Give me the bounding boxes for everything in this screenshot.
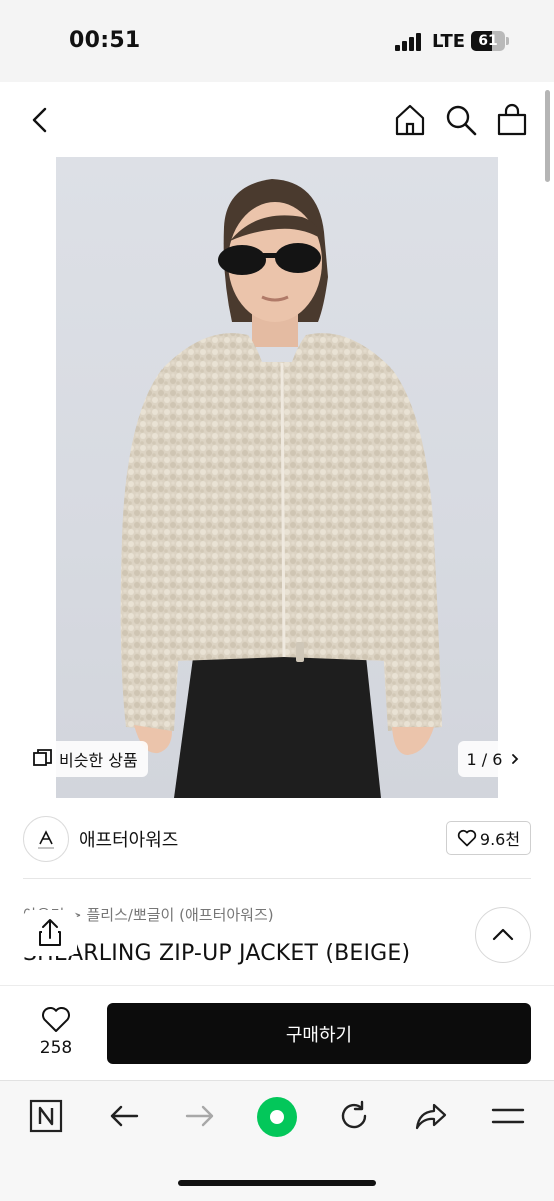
similar-products-button[interactable]: 비슷한 상품 [23, 741, 148, 777]
browser-back-button[interactable] [106, 1098, 142, 1134]
browser-share-button[interactable] [412, 1098, 450, 1134]
home-indicator[interactable] [178, 1180, 376, 1186]
naver-home-button[interactable] [28, 1098, 64, 1134]
browser-forward-button[interactable] [182, 1098, 218, 1134]
wishlist-count: 258 [39, 1038, 73, 1058]
chevron-up-icon [492, 928, 514, 941]
cellular-signal-icon [395, 33, 423, 51]
model-photo [120, 179, 442, 798]
home-icon [395, 104, 425, 136]
status-time: 00:51 [69, 28, 141, 53]
heart-icon [457, 829, 477, 847]
reload-icon [341, 1100, 367, 1129]
back-button[interactable] [22, 102, 58, 138]
product-image[interactable] [56, 157, 498, 798]
home-button[interactable] [392, 102, 428, 138]
search-icon [446, 105, 477, 136]
buy-button-label: 구매하기 [285, 1024, 353, 1046]
share-button[interactable] [23, 910, 77, 956]
brand-like-count: 9.6천 [479, 830, 521, 849]
image-pager-count: 1 / 6 [466, 749, 503, 769]
forward-arrow-icon [185, 1105, 214, 1127]
brand-like-button[interactable]: 9.6천 [446, 821, 531, 855]
battery-cap [506, 37, 509, 45]
shopping-bag-icon [497, 103, 527, 136]
brand-logo[interactable] [23, 816, 69, 862]
divider [23, 878, 531, 879]
heart-icon [42, 1006, 70, 1032]
share-upload-icon [39, 919, 61, 946]
green-dot-button[interactable] [256, 1096, 298, 1138]
battery-icon: 61 [471, 31, 505, 51]
brand-logo-mark-icon [38, 830, 54, 849]
shopping-bag-button[interactable] [494, 102, 530, 138]
brand-name[interactable]: 애프터아워즈 [79, 826, 178, 852]
chevron-right-icon [512, 754, 519, 764]
battery-percent: 61 [478, 33, 498, 49]
naver-n-icon [29, 1099, 63, 1133]
product-title: SHEARLING ZIP-UP JACKET (BEIGE) [23, 941, 411, 966]
back-icon [32, 107, 47, 133]
page-scrollbar[interactable] [545, 90, 550, 182]
share-icon [415, 1103, 447, 1130]
green-dot-icon [257, 1097, 297, 1137]
network-type: LTE [432, 31, 466, 52]
search-button[interactable] [443, 102, 479, 138]
back-arrow-icon [110, 1105, 139, 1127]
similar-products-label: 비슷한 상품 [59, 751, 138, 770]
buy-button[interactable]: 구매하기 [107, 1003, 531, 1064]
scroll-to-top-button[interactable] [475, 907, 531, 963]
copy-icon [33, 749, 52, 766]
menu-icon [491, 1108, 525, 1124]
reload-button[interactable] [336, 1098, 372, 1134]
menu-button[interactable] [490, 1098, 526, 1134]
image-pager[interactable]: 1 / 6 [458, 741, 531, 777]
